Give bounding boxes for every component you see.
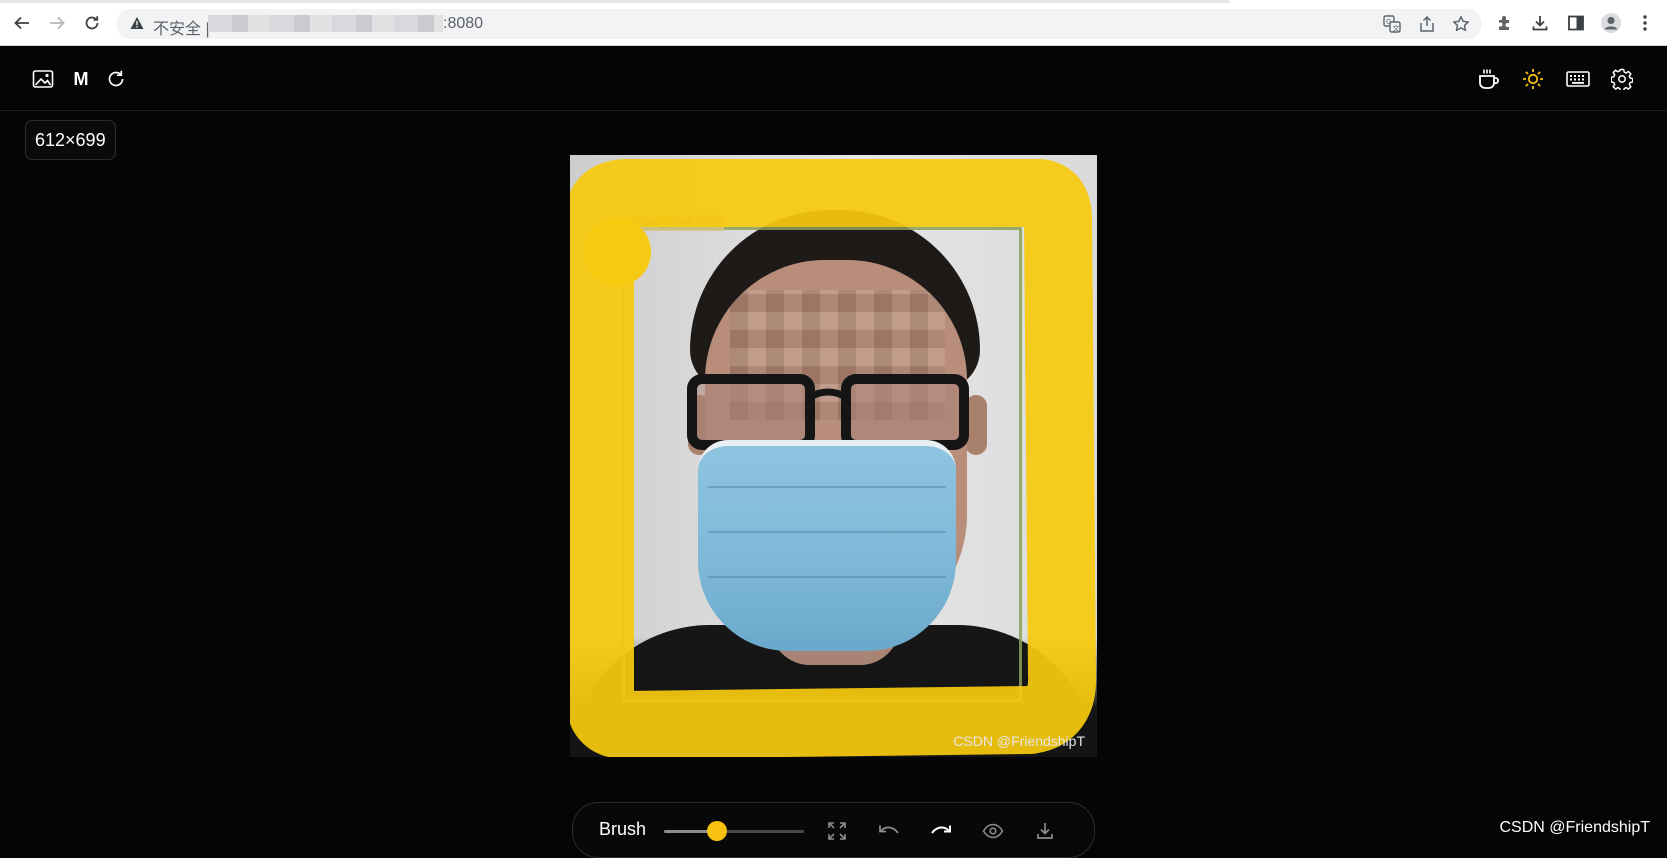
photo-watermark: CSDN @FriendshipT: [953, 733, 1085, 749]
keyboard-icon[interactable]: [1566, 67, 1590, 91]
url-port: :8080: [443, 15, 484, 32]
app-header: M: [0, 46, 1667, 111]
translate-icon[interactable]: G文: [1383, 15, 1401, 33]
side-panel-icon[interactable]: [1565, 12, 1587, 34]
brush-size-slider[interactable]: [664, 821, 804, 841]
forward-icon[interactable]: [45, 11, 69, 35]
redo-icon[interactable]: [928, 818, 954, 844]
svg-text:文: 文: [1393, 24, 1400, 33]
sun-icon[interactable]: [1521, 67, 1545, 91]
fullscreen-icon[interactable]: [824, 818, 850, 844]
download-icon[interactable]: [1032, 818, 1058, 844]
download-icon[interactable]: [1529, 12, 1551, 34]
reload-icon[interactable]: [104, 67, 128, 91]
m-mode-button[interactable]: M: [69, 67, 93, 91]
warning-icon[interactable]: [130, 16, 144, 35]
redacted-host: [208, 15, 443, 32]
extensions-icon[interactable]: [1494, 12, 1516, 34]
security-label: 不安全 |: [153, 21, 210, 38]
slider-thumb[interactable]: [707, 821, 728, 841]
star-icon[interactable]: [1452, 15, 1470, 33]
m-label: M: [73, 68, 89, 89]
eye-icon[interactable]: [980, 818, 1006, 844]
profile-icon[interactable]: [1600, 12, 1622, 34]
undo-icon[interactable]: [876, 818, 902, 844]
browser-toolbar: 不安全 | :8080 G文: [0, 0, 1667, 46]
address-bar[interactable]: 不安全 | :8080 G文: [116, 9, 1482, 39]
image-size-badge: 612×699: [25, 120, 116, 160]
editor-toolbar: Brush: [572, 802, 1095, 858]
image-icon[interactable]: [31, 67, 55, 91]
brush-mask-overlay: [570, 159, 1097, 757]
corner-watermark: CSDN @FriendshipT: [1499, 819, 1651, 836]
loading-strip: [0, 0, 1230, 3]
back-icon[interactable]: [10, 11, 34, 35]
svg-text:G: G: [1386, 18, 1391, 26]
editing-canvas[interactable]: glasses_mask 0.60 CSDN @FriendshipT: [570, 155, 1097, 757]
gear-icon[interactable]: [1610, 67, 1634, 91]
brush-label: Brush: [599, 819, 647, 839]
coffee-icon[interactable]: [1477, 67, 1501, 91]
share-icon[interactable]: [1418, 15, 1436, 33]
reload-icon[interactable]: [80, 11, 104, 35]
menu-icon[interactable]: [1634, 12, 1656, 34]
